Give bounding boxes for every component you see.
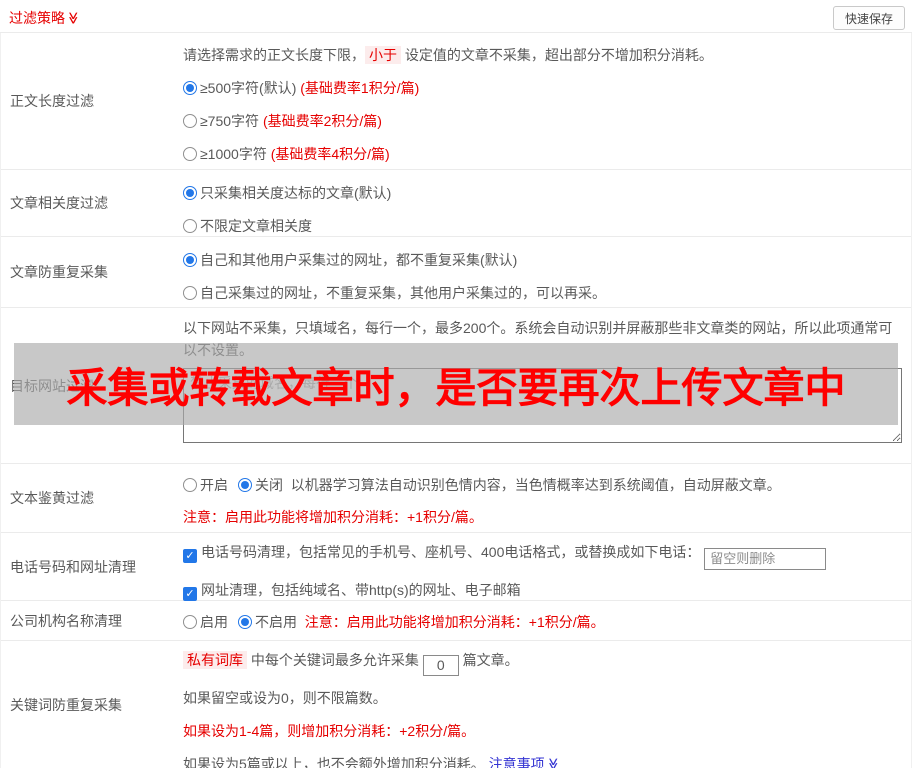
radio-icon[interactable] bbox=[183, 286, 197, 300]
checkbox-url-cleanup[interactable]: ✓ 网址清理，包括纯域名、带http(s)的网址、电子邮箱 bbox=[183, 579, 903, 601]
radio-option-global-dedup[interactable]: 自己和其他用户采集过的网址，都不重复采集(默认) bbox=[183, 250, 903, 270]
radio-option-no-limit[interactable]: 不限定文章相关度 bbox=[183, 216, 903, 236]
radio-icon[interactable] bbox=[183, 114, 197, 128]
radio-option-disable[interactable]: 关闭 bbox=[238, 477, 283, 493]
porn-filter-options: 开启 关闭 以机器学习算法自动识别色情内容，当色情概率达到系统阈值，自动屏蔽文章。 bbox=[183, 475, 903, 495]
row-dedup-collection: 文章防重复采集 自己和其他用户采集过的网址，都不重复采集(默认) 自己采集过的网… bbox=[1, 237, 911, 308]
row-label: 文章防重复采集 bbox=[10, 264, 108, 280]
company-cleanup-note: 注意：启用此功能将增加积分消耗：+1积分/篇。 bbox=[304, 614, 605, 630]
row-label: 文章相关度过滤 bbox=[10, 195, 108, 211]
body-length-intro: 请选择需求的正文长度下限， 小于 设定值的文章不采集，超出部分不增加积分消耗。 bbox=[183, 46, 713, 64]
promo-overlay-banner: 采集或转载文章时，是否要再次上传文章中 bbox=[14, 343, 898, 425]
keyword-limit-line: 私有词库 中每个关键词最多允许采集 篇文章。 bbox=[183, 649, 903, 676]
row-label: 关键词防重复采集 bbox=[10, 696, 122, 713]
radio-option-1000[interactable]: ≥1000字符 (基础费率4积分/篇) bbox=[183, 144, 903, 164]
cost-note: (基础费率4积分/篇) bbox=[270, 146, 390, 162]
private-thesaurus-tag: 私有词库 bbox=[183, 651, 247, 669]
checkbox-checked-icon[interactable]: ✓ bbox=[183, 586, 197, 601]
radio-option-enable[interactable]: 启用 bbox=[183, 614, 228, 630]
radio-option-750[interactable]: ≥750字符 (基础费率2积分/篇) bbox=[183, 111, 903, 131]
keyword-count-input[interactable] bbox=[422, 654, 459, 676]
radio-option-self-dedup[interactable]: 自己采集过的网址，不重复采集，其他用户采集过的，可以再采。 bbox=[183, 283, 903, 303]
keyword-note-over5: 如果设为5篇或以上，也不会额外增加积分消耗。 注意事项≫ bbox=[183, 753, 903, 768]
porn-filter-note: 注意：启用此功能将增加积分消耗：+1积分/篇。 bbox=[183, 509, 483, 525]
chevron-double-down-icon: ≫ bbox=[66, 11, 81, 25]
radio-option-disable[interactable]: 不启用 bbox=[238, 614, 297, 630]
checkbox-phone-cleanup[interactable]: ✓ 电话号码清理，包括常见的手机号、座机号、400电话格式，或替换成如下电话： bbox=[183, 541, 903, 570]
page-title-toggle[interactable]: 过滤策略≫ bbox=[9, 8, 80, 28]
promo-overlay-text: 采集或转载文章时，是否要再次上传文章中 bbox=[66, 365, 846, 411]
row-label: 文本鉴黄过滤 bbox=[10, 490, 94, 506]
topbar: 过滤策略≫ 快速保存 bbox=[0, 0, 912, 33]
page-title: 过滤策略 bbox=[9, 10, 65, 26]
cost-note: (基础费率2积分/篇) bbox=[262, 113, 382, 129]
row-label: 正文长度过滤 bbox=[10, 93, 94, 109]
cost-note: (基础费率1积分/篇) bbox=[300, 80, 420, 96]
radio-option-relevant-only[interactable]: 只采集相关度达标的文章(默认) bbox=[183, 183, 903, 203]
row-porn-filter: 文本鉴黄过滤 开启 关闭 以机器学习算法自动识别色情内容，当色情概率达到系统阈值，… bbox=[1, 464, 911, 533]
radio-option-500[interactable]: ≥500字符(默认) (基础费率1积分/篇) bbox=[183, 78, 903, 98]
radio-icon[interactable] bbox=[183, 147, 197, 161]
row-body-length-filter: 正文长度过滤 请选择需求的正文长度下限， 小于 设定值的文章不采集，超出部分不增加… bbox=[1, 33, 911, 170]
row-company-name-cleanup: 公司机构名称清理 启用 不启用 注意：启用此功能将增加积分消耗：+1积分/篇。 bbox=[1, 601, 911, 641]
radio-option-enable[interactable]: 开启 bbox=[183, 477, 228, 493]
keyword-note-unlimited: 如果留空或设为0，则不限篇数。 bbox=[183, 689, 387, 706]
row-label: 公司机构名称清理 bbox=[10, 612, 122, 629]
radio-icon[interactable] bbox=[183, 81, 197, 95]
radio-icon[interactable] bbox=[238, 478, 252, 492]
row-keyword-dedup: 关键词防重复采集 私有词库 中每个关键词最多允许采集 篇文章。 如果留空或设为0… bbox=[1, 641, 911, 768]
replacement-phone-input[interactable] bbox=[704, 547, 827, 570]
radio-icon[interactable] bbox=[183, 253, 197, 267]
radio-icon[interactable] bbox=[238, 615, 252, 629]
radio-icon[interactable] bbox=[183, 615, 197, 629]
row-phone-url-cleanup: 电话号码和网址清理 ✓ 电话号码清理，包括常见的手机号、座机号、400电话格式，或… bbox=[1, 533, 911, 601]
highlight-term: 小于 bbox=[365, 46, 401, 64]
row-relevance-filter: 文章相关度过滤 只采集相关度达标的文章(默认) 不限定文章相关度 bbox=[1, 170, 911, 237]
notice-link[interactable]: 注意事项 bbox=[489, 756, 545, 768]
porn-filter-description: 以机器学习算法自动识别色情内容，当色情概率达到系统阈值，自动屏蔽文章。 bbox=[290, 477, 781, 493]
keyword-note-cost: 如果设为1-4篇，则增加积分消耗：+2积分/篇。 bbox=[183, 722, 476, 739]
radio-icon[interactable] bbox=[183, 186, 197, 200]
quick-save-button[interactable]: 快速保存 bbox=[832, 6, 905, 30]
filter-strategy-page: 过滤策略≫ 快速保存 正文长度过滤 请选择需求的正文长度下限， 小于 设定值的文章… bbox=[0, 0, 912, 768]
chevron-double-down-icon: ≫ bbox=[545, 757, 560, 768]
checkbox-checked-icon[interactable]: ✓ bbox=[183, 549, 197, 563]
row-label: 电话号码和网址清理 bbox=[10, 558, 136, 575]
radio-icon[interactable] bbox=[183, 219, 197, 233]
radio-icon[interactable] bbox=[183, 478, 197, 492]
